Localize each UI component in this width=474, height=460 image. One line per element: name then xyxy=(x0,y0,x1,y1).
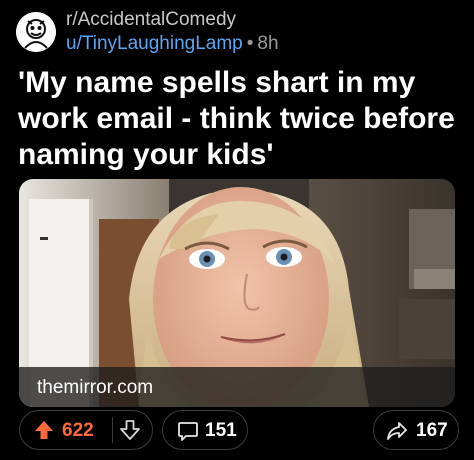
comment-button[interactable]: 151 xyxy=(162,410,248,450)
upvote-count: 622 xyxy=(62,420,94,441)
link-domain: themirror.com xyxy=(37,377,154,398)
meta-separator: • xyxy=(246,33,254,54)
vote-control: 622 xyxy=(19,410,153,450)
link-domain-bar[interactable]: themirror.com xyxy=(19,367,455,407)
share-button[interactable]: 167 xyxy=(373,410,459,450)
vote-divider xyxy=(112,417,113,443)
post-age: 8h xyxy=(257,33,279,54)
share-arrow-icon xyxy=(387,422,407,440)
post-title[interactable]: 'My name spells shart in my work email -… xyxy=(18,65,458,173)
subreddit-avatar-icon[interactable] xyxy=(16,12,56,52)
post-header: r/AccidentalComedy u/TinyLaughingLamp • 8h xyxy=(16,8,456,55)
downvote-arrow-icon[interactable] xyxy=(120,420,140,440)
upvote-arrow-icon[interactable] xyxy=(34,420,54,440)
link-preview-card[interactable]: themirror.com xyxy=(19,179,455,407)
share-count: 167 xyxy=(416,420,448,441)
subreddit-name[interactable]: r/AccidentalComedy xyxy=(66,9,236,31)
comment-count: 151 xyxy=(205,420,237,441)
post-meta: u/TinyLaughingLamp • 8h xyxy=(66,33,279,55)
post-action-bar: 622 151 167 xyxy=(19,410,459,452)
comment-bubble-icon xyxy=(178,422,198,441)
author-username[interactable]: u/TinyLaughingLamp xyxy=(66,33,243,54)
